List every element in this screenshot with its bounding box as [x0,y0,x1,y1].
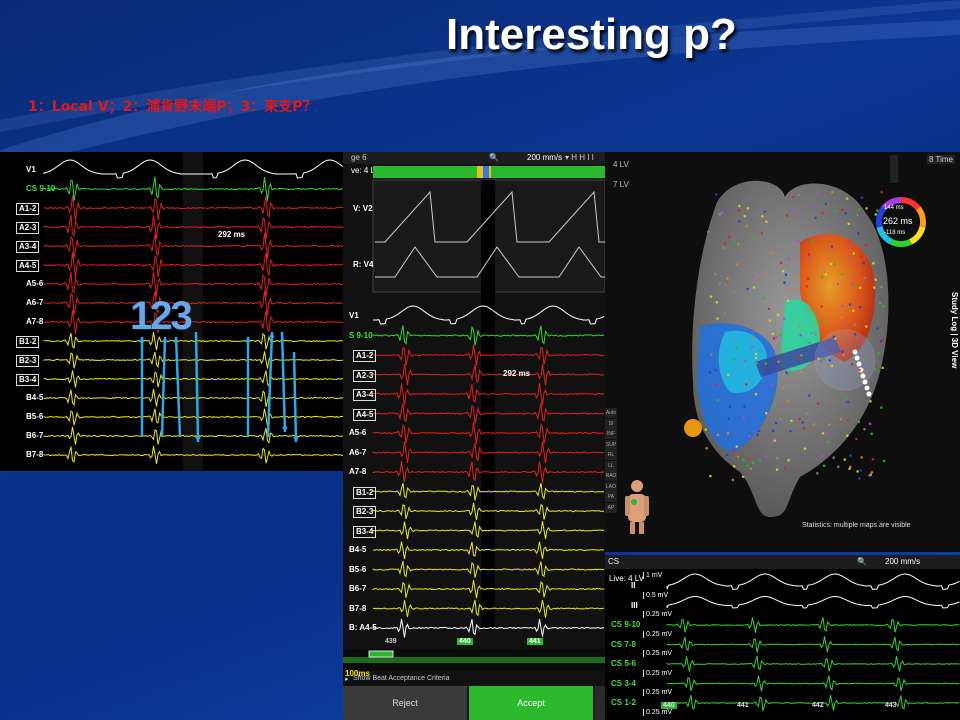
view-tool-sup[interactable]: SUP [605,439,617,450]
beat-acceptance-label: Show Beat Acceptance Criteria [353,675,450,682]
bottom-right-egm-panel: CS 🔍 200 mm/s Live: 4 LV 1 mV 0.5 mV 0.25 … [605,555,960,720]
left-label-b3-4: B3-4 [16,374,40,386]
br-scale-4: 0.25 mV [643,650,672,657]
mid-label-0: V1 [349,311,359,320]
slide-subtitle: 1：Local V；2：浦肯野末端P；3：束支P？ [28,99,317,115]
left-label-a4-5: A4-5 [16,260,40,272]
br-scale-3: 0.25 mV [643,630,672,638]
br-scale-7: 0.25 mV [643,708,672,716]
mid-label-12: B4-5 [349,545,367,554]
left-label-b4-5: B4-5 [26,393,44,402]
view-tool-ll[interactable]: LL [605,460,617,471]
left-label-v1: V1 [26,165,36,174]
body-orientation-icon[interactable] [623,478,651,534]
br-label-2: CS 9-10 [611,620,641,629]
mid-label-3: A2-3 [353,369,377,382]
left-label-a6-7: A6-7 [26,298,44,307]
arrow-2 [174,336,182,438]
reject-button[interactable]: Reject [343,686,467,720]
map-statistics-label: Statistics: multiple maps are visible [802,522,911,529]
beat-acceptance-row[interactable]: ▸ Show Beat Acceptance Criteria [343,674,605,684]
mid-label-4: A3-4 [353,389,377,401]
left-egm-panel: V1 CS 9-10 A1-2 A2-3 A3-4 A4-5 A5-6 A6-7 A7-8 B1-… [0,152,347,471]
arrow-head-4 [245,337,251,343]
mid-label-6: A5-6 [349,428,367,437]
map-3d-panel: 4 LV 7 LV 8 Time 144 ms 262 ms -118 ms S… [605,152,960,552]
left-label-a2-3: A2-3 [16,222,40,234]
view-tool-inf[interactable]: INF [605,429,617,439]
br-scale-0: 1 mV [643,572,662,579]
mid-label-8: A7-8 [349,467,367,476]
arrow-head-5 [268,332,275,338]
br-scale-6: 0.25 mV [643,689,672,696]
colorbar-top-label: 144 ms [884,205,904,211]
left-label-b6-7: B6-7 [26,431,44,440]
left-label-a7-8: A7-8 [26,317,44,326]
mid-label-13: B5-6 [349,564,367,574]
br-beat-label-3[interactable]: 443 [883,702,899,709]
expand-handle[interactable] [595,686,605,720]
left-label-b2-3: B2-3 [16,355,40,367]
br-label-3: CS 7-8 [611,639,636,649]
arrow-7 [292,351,298,443]
br-label-4: CS 5-6 [611,659,636,668]
left-label-cs-9-10: CS 9-10 [26,184,56,193]
br-scale-1: 0.5 mV [643,591,668,599]
mid-top-label-1: R: V4 [353,260,374,269]
mid-label-7: A6-7 [349,447,367,457]
arrow-head-6 [281,426,288,432]
middle-egm-traces [343,166,605,671]
left-label-b7-8: B7-8 [26,450,44,459]
left-label-b1-2: B1-2 [16,336,40,348]
arrow-1 [160,336,167,438]
view-tool-lao[interactable]: LAO [605,481,617,492]
colorbar-legend [890,155,898,183]
mid-label-5: A4-5 [353,408,377,421]
mid-label-16: B: A4-5 [349,623,377,632]
br-beat-label-0[interactable]: 440 [661,702,677,709]
mid-label-1: S 9-10 [349,330,373,340]
arrow-head-7 [293,436,299,442]
br-label-0: II [631,581,636,590]
mid-beat-label-1[interactable]: 440 [457,638,473,645]
middle-interval-label: 292 ms [503,369,531,378]
view-tool-pa[interactable]: PA [605,492,617,502]
slide-title: Interesting p? [446,10,737,59]
colorbar-bottom-label: -118 ms [884,230,906,236]
study-log-tab[interactable]: Study Log | 3D View [949,292,960,412]
mid-label-10: B2-3 [353,506,377,518]
view-tool-si[interactable]: SI [605,418,617,429]
left-label-a5-6: A5-6 [26,279,44,288]
br-scale-5: 0.25 mV [643,669,672,677]
br-beat-label-2[interactable]: 442 [810,702,826,709]
mid-beat-label-0[interactable]: 439 [383,638,399,645]
left-label-b5-6: B5-6 [26,412,44,421]
colorbar-mid-label: 262 ms [883,216,913,226]
accept-button[interactable]: Accept [469,686,593,720]
mid-beat-label-2[interactable]: 441 [527,638,543,645]
annotation-numbers: 123 [130,294,193,338]
left-interval-label: 292 ms [218,230,246,239]
cardiac-map-3d[interactable] [605,152,960,552]
mid-label-9: B1-2 [353,486,377,499]
view-tool-auto[interactable]: Auto [605,408,617,418]
view-tool-ap[interactable]: AP [605,502,617,513]
reference-sphere [684,419,702,437]
br-scale-2: 0.25 mV [643,611,672,618]
left-label-a1-2: A1-2 [16,203,40,215]
br-label-5: CS 3-4 [611,678,636,688]
view-tool-rao[interactable]: RAO [605,471,617,481]
middle-egm-panel: ge 6 🔍 200 mm/s ▾ H H I I ve: 4 LV V: V2… [343,152,605,720]
mid-label-2: A1-2 [353,350,377,362]
view-tool-rl[interactable]: RL [605,450,617,460]
mid-label-15: B7-8 [349,603,367,613]
arrow-5 [266,331,274,438]
mid-label-11: B3-4 [353,525,377,538]
br-label-6: CS 1-2 [611,698,636,707]
br-label-1: III [631,600,638,610]
left-label-a3-4: A3-4 [16,241,40,253]
mid-label-14: B6-7 [349,584,367,593]
br-beat-label-1[interactable]: 441 [735,702,751,709]
mid-top-label-0: V: V2 [353,204,373,213]
